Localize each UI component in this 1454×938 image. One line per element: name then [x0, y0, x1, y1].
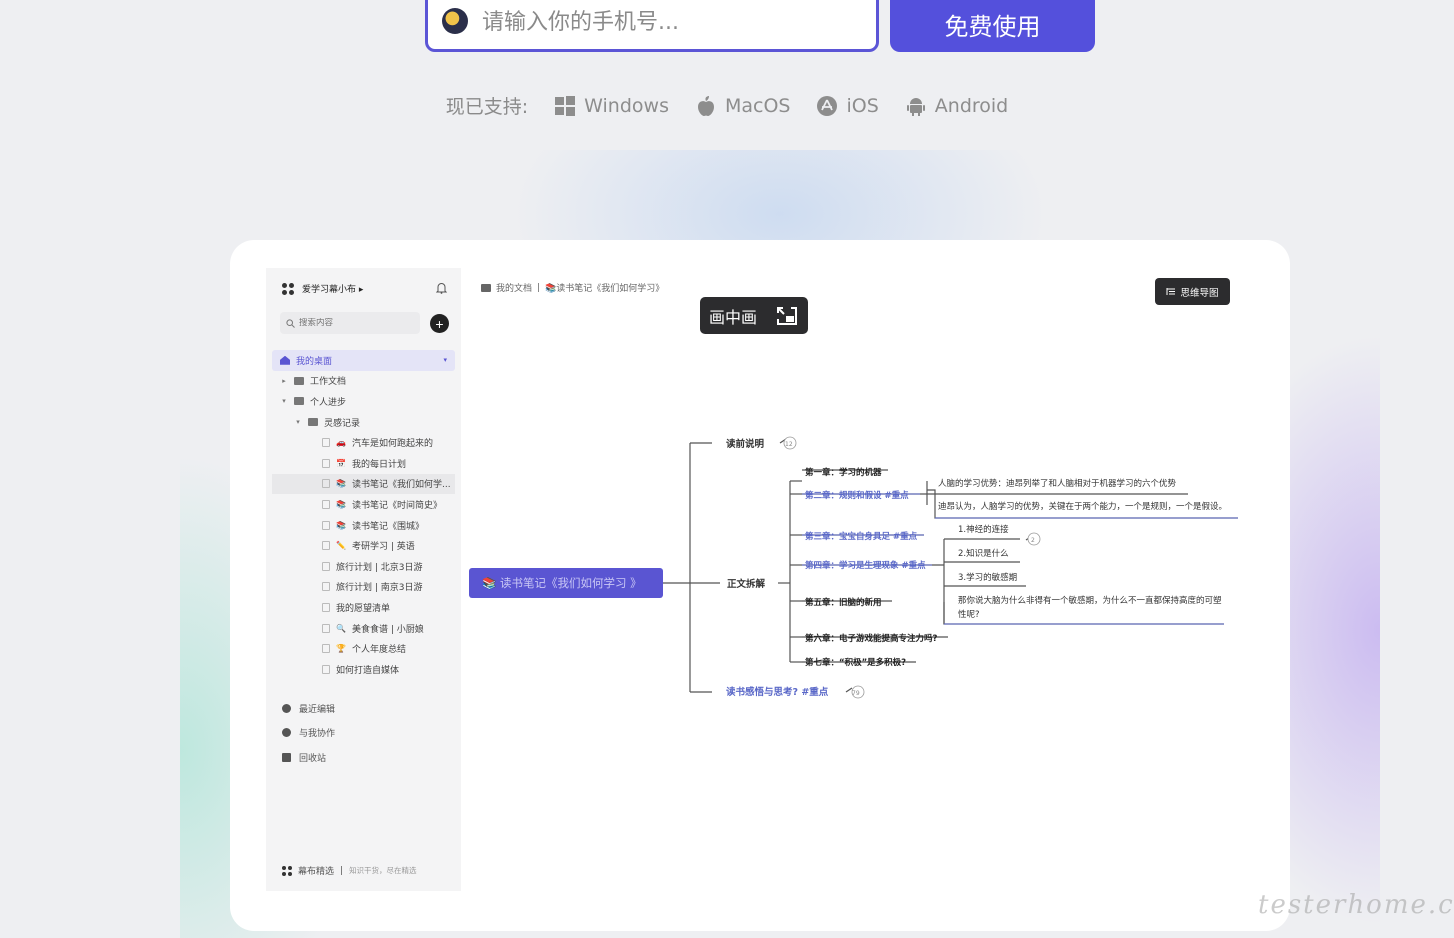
app-preview-card: 爱学习幕小布 ▸ + 我的桌面▾▸工作文档▾个人进步▾灵感记录🚗汽车是如何跑起来…	[230, 240, 1290, 931]
mindmap-node-ch4-c[interactable]: 3.学习的敏感期	[958, 572, 1017, 583]
mindmap-node-ch4-a[interactable]: 1.神经的连接	[958, 524, 1009, 535]
collapse-count: 79	[852, 690, 860, 697]
mindmap-root-label: 📚 读书笔记《我们如何学习 》	[482, 576, 642, 590]
mindmap-node-main[interactable]: 正文拆解	[727, 578, 766, 590]
mindmap-node-ch4-d-line2[interactable]: 性呢?	[958, 609, 980, 620]
mindmap-node-ch4[interactable]: 第四章：学习是生理现象 #重点	[805, 560, 926, 571]
platform-label: Android	[934, 94, 1009, 117]
mindmap-node-ch6[interactable]: 第六章：电子游戏能提高专注力吗?	[805, 633, 938, 644]
platform-windows[interactable]: Windows	[554, 95, 669, 117]
mindmap-node-ch7[interactable]: 第七章：“积极”是多积极?	[805, 657, 906, 668]
mindmap-node-ch2[interactable]: 第二章：规则和假设 #重点	[805, 490, 909, 501]
platform-macos[interactable]: MacOS	[695, 94, 791, 117]
mindmap-connectors	[663, 438, 1238, 693]
collapse-count: 2	[1031, 537, 1035, 544]
phone-input-box[interactable]	[425, 0, 879, 52]
app-store-icon	[817, 95, 838, 116]
windows-icon	[555, 95, 576, 116]
platform-label: MacOS	[724, 94, 791, 117]
mindmap-node-ch1[interactable]: 第一章：学习的机器	[805, 467, 882, 478]
mindmap-node-ch2-a[interactable]: 人脑的学习优势：迪昂列举了和人脑相对于机器学习的六个优势	[938, 478, 1177, 489]
collapse-count: 12	[785, 441, 793, 448]
platform-support: 现已支持: Windows MacOS iOS Android	[0, 92, 1454, 119]
mindmap-node-reflect[interactable]: 读书感悟与思考? #重点	[726, 686, 829, 698]
apple-icon	[697, 95, 714, 116]
free-use-button[interactable]: 免费使用	[890, 0, 1095, 52]
mindmap-node-ch2-b[interactable]: 迪昂认为，人脑学习的优势，关键在于两个能力，一个是规则，一个是假设。	[938, 501, 1227, 512]
watermark: testerhome.com	[1258, 890, 1454, 920]
phone-input[interactable]	[482, 7, 862, 35]
mindmap-canvas: 📚 读书笔记《我们如何学习 》 读前说明 12 正文拆解 读书感悟与思考? #重…	[469, 436, 1238, 699]
platform-label: iOS	[846, 94, 879, 117]
mindmap-node-intro[interactable]: 读前说明	[726, 438, 765, 450]
platform-android[interactable]: Android	[905, 95, 1008, 117]
moon-icon	[442, 8, 468, 34]
android-icon	[906, 97, 925, 116]
mindmap-node-ch4-d-line1[interactable]: 那你说大脑为什么非得有一个敏感期，为什么不一直都保持高度的可塑	[958, 595, 1222, 606]
platform-ios[interactable]: iOS	[816, 94, 879, 117]
support-label: 现已支持:	[445, 96, 529, 118]
mindmap-node-ch3[interactable]: 第三章：宝宝自身具足 #重点	[805, 531, 918, 542]
mindmap-node-ch5[interactable]: 第五章：旧脑的新用	[805, 597, 882, 608]
mindmap-node-ch4-b[interactable]: 2.知识是什么	[958, 548, 1009, 559]
platform-label: Windows	[584, 94, 669, 117]
